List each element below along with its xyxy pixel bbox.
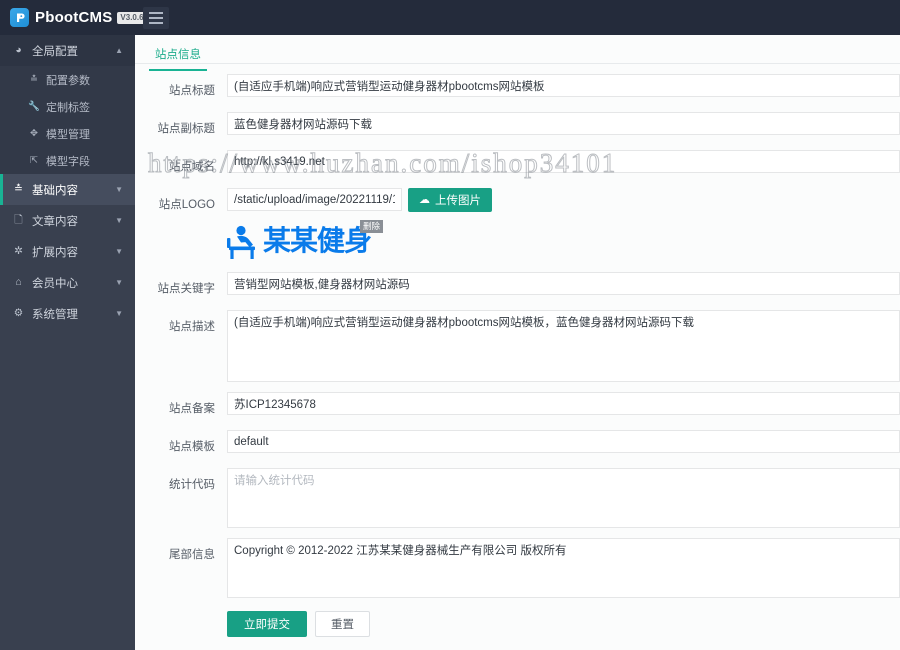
site-domain-input[interactable] (227, 150, 900, 173)
sidebar-group-label: 全局配置 (32, 45, 78, 58)
sidebar-group-label: 会员中心 (32, 277, 78, 290)
field-site-domain: 站点域名 (135, 150, 900, 178)
chevron-down-icon: ▼ (115, 216, 123, 225)
content-area: 站点信息 站点标题 站点副标题 站点域名 (135, 35, 900, 650)
site-icp-input[interactable] (227, 392, 900, 415)
sliders-icon: ≛ (30, 73, 38, 85)
tab-site-info[interactable]: 站点信息 (149, 46, 207, 71)
field-site-keywords: 站点关键字 (135, 272, 900, 300)
sidebar-item-custom-tags[interactable]: 🔧 定制标签 (0, 93, 135, 120)
puzzle-icon: ✲ (14, 245, 23, 258)
sidebar-group-article-content[interactable]: 🗋 文章内容 ▼ (0, 205, 135, 236)
field-label: 站点备案 (169, 403, 215, 415)
submit-button[interactable]: 立即提交 (227, 611, 307, 637)
cloud-upload-icon: ☁ (419, 193, 430, 206)
sidebar-group-global-config[interactable]: ◕ 全局配置 ▲ (0, 35, 135, 66)
chevron-down-icon: ▼ (115, 185, 123, 194)
site-template-input[interactable] (227, 430, 900, 453)
field-site-description: 站点描述 (135, 310, 900, 382)
sidebar-item-model-fields[interactable]: ⇱ 模型字段 (0, 147, 135, 174)
sidebar: ◕ 全局配置 ▲ ≛ 配置参数 🔧 定制标签 ✥ 模型管理 ⇱ 模型字段 ≛ 基… (0, 35, 135, 650)
wrench-icon: 🔧 (28, 100, 40, 112)
row-spacer (135, 420, 900, 430)
field-label: 尾部信息 (169, 549, 215, 561)
field-label: 站点模板 (169, 441, 215, 453)
field-label: 站点关键字 (157, 283, 216, 295)
bench-press-icon (227, 224, 261, 265)
sidebar-item-label: 定制标签 (46, 101, 90, 114)
sidebar-item-label: 模型管理 (46, 128, 90, 141)
site-keywords-input[interactable] (227, 272, 900, 295)
brand-name: PbootCMS (35, 9, 113, 26)
sidebar-item-label: 模型字段 (46, 155, 90, 168)
external-link-icon: ⇱ (30, 154, 38, 166)
sidebar-item-config-params[interactable]: ≛ 配置参数 (0, 66, 135, 93)
site-title-input[interactable] (227, 74, 900, 97)
field-site-icp: 站点备案 (135, 392, 900, 420)
field-label: 站点LOGO (158, 199, 215, 211)
logo-upload-row: ☁ 上传图片 (227, 188, 900, 212)
row-spacer (135, 382, 900, 392)
sidebar-group-basic-content[interactable]: ≛ 基础内容 ▼ (0, 174, 135, 205)
chevron-down-icon: ▼ (115, 247, 123, 256)
tab-bar: 站点信息 (135, 35, 900, 71)
pbootcms-logo-icon (10, 8, 29, 27)
chevron-up-icon: ▲ (115, 46, 123, 55)
site-subtitle-input[interactable] (227, 112, 900, 135)
field-label: 站点域名 (169, 161, 215, 173)
field-site-subtitle: 站点副标题 (135, 112, 900, 140)
row-spacer (135, 300, 900, 310)
sidebar-group-member-center[interactable]: ⌂ 会员中心 ▼ (0, 267, 135, 298)
sidebar-group-label: 系统管理 (32, 308, 78, 321)
sidebar-group-extended-content[interactable]: ✲ 扩展内容 ▼ (0, 236, 135, 267)
site-info-form: 站点标题 站点副标题 站点域名 (135, 64, 900, 637)
sidebar-submenu-global-config: ≛ 配置参数 🔧 定制标签 ✥ 模型管理 ⇱ 模型字段 (0, 66, 135, 174)
form-actions: 立即提交 重置 (227, 598, 900, 637)
field-site-statcode: 统计代码 (135, 468, 900, 528)
admin-page: PbootCMS V3.0.6 ◕ 全局配置 ▲ ≛ 配置参数 🔧 定制标签 ✥ (0, 0, 900, 650)
field-label: 统计代码 (169, 479, 215, 491)
row-spacer (135, 528, 900, 538)
brand-block: PbootCMS V3.0.6 (0, 0, 147, 35)
file-icon: 🗋 (14, 214, 23, 227)
field-site-footer: 尾部信息 立即提交 重置 (135, 538, 900, 637)
site-description-textarea[interactable] (227, 310, 900, 382)
field-label: 站点描述 (169, 321, 215, 333)
upload-image-button[interactable]: ☁ 上传图片 (408, 188, 492, 212)
sliders-icon: ≛ (14, 183, 23, 196)
reset-button[interactable]: 重置 (315, 611, 370, 637)
top-bar: PbootCMS V3.0.6 (0, 0, 900, 35)
row-spacer (135, 458, 900, 468)
logo-preview: 某某健身 删除 (227, 220, 383, 265)
site-statcode-textarea[interactable] (227, 468, 900, 528)
hamburger-icon[interactable] (143, 6, 169, 29)
row-spacer (135, 178, 900, 188)
site-footer-textarea[interactable] (227, 538, 900, 598)
logo-preview-text: 某某健身 (263, 224, 372, 257)
sidebar-group-label: 基础内容 (32, 184, 78, 197)
gear-icon: ⚙ (13, 307, 24, 320)
site-logo-input[interactable] (227, 188, 402, 211)
sidebar-group-system-manage[interactable]: ⚙ 系统管理 ▼ (0, 298, 135, 329)
sidebar-item-label: 配置参数 (46, 74, 90, 87)
chevron-down-icon: ▼ (115, 278, 123, 287)
sidebar-item-model-manage[interactable]: ✥ 模型管理 (0, 120, 135, 147)
field-site-logo: 站点LOGO ☁ 上传图片 (135, 188, 900, 262)
upload-image-label: 上传图片 (435, 195, 481, 207)
field-label: 站点副标题 (157, 123, 216, 135)
sidebar-group-label: 文章内容 (32, 215, 78, 228)
delete-logo-button[interactable]: 删除 (359, 220, 383, 233)
field-site-title: 站点标题 (135, 74, 900, 102)
cube-icon: ✥ (30, 127, 38, 139)
row-spacer (135, 140, 900, 150)
user-icon: ⌂ (15, 276, 22, 289)
sidebar-group-label: 扩展内容 (32, 246, 78, 259)
row-spacer (135, 102, 900, 112)
chevron-down-icon: ▼ (115, 309, 123, 318)
field-site-template: 站点模板 (135, 430, 900, 458)
field-label: 站点标题 (169, 85, 215, 97)
globe-icon: ◕ (15, 44, 22, 57)
